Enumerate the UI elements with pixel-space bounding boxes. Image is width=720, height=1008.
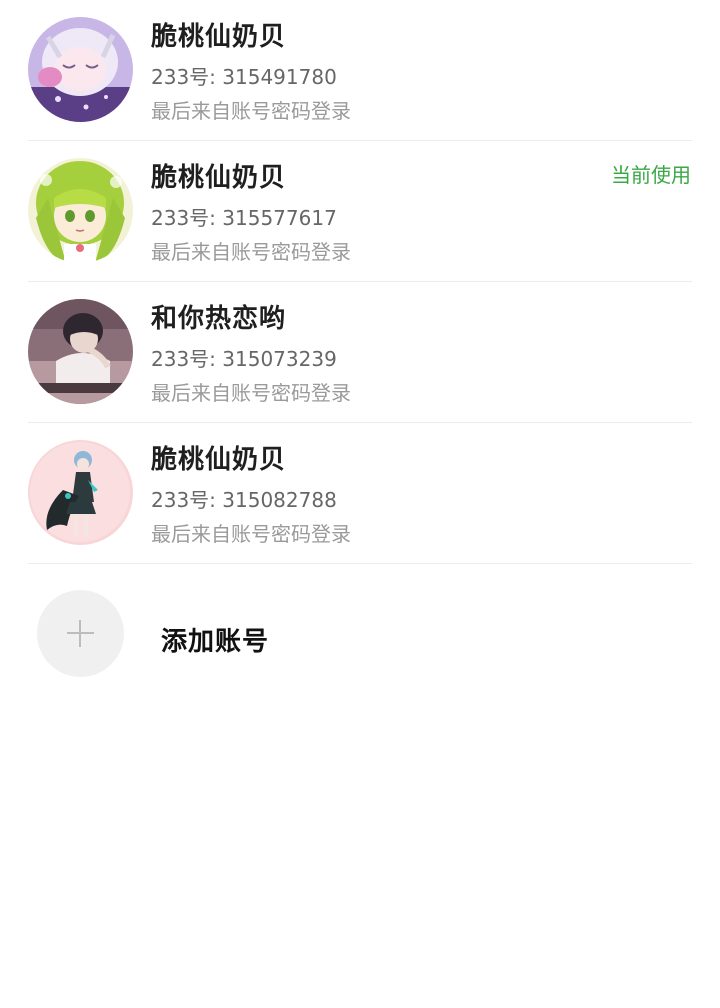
current-account-badge: 当前使用 — [611, 163, 691, 187]
avatar — [28, 158, 133, 263]
account-row[interactable]: 脆桃仙奶贝 233号: 315082788 最后来自账号密码登录 — [0, 423, 720, 564]
account-id: 233号: 315491780 — [151, 65, 337, 89]
account-list: 脆桃仙奶贝 233号: 315491780 最后来自账号密码登录 脆桃仙奶贝 2… — [0, 0, 720, 564]
avatar — [28, 17, 133, 122]
add-account-label: 添加账号 — [161, 627, 270, 657]
avatar — [28, 440, 133, 545]
login-method-note: 最后来自账号密码登录 — [151, 99, 351, 123]
add-account-row[interactable]: 添加账号 — [0, 564, 720, 694]
nickname: 脆桃仙奶贝 — [151, 22, 287, 52]
nickname: 和你热恋哟 — [151, 304, 287, 334]
add-account-button[interactable] — [37, 590, 124, 677]
account-id: 233号: 315577617 — [151, 206, 337, 230]
nickname: 脆桃仙奶贝 — [151, 163, 287, 193]
nickname: 脆桃仙奶贝 — [151, 445, 287, 475]
login-method-note: 最后来自账号密码登录 — [151, 240, 351, 264]
account-row[interactable]: 和你热恋哟 233号: 315073239 最后来自账号密码登录 — [0, 282, 720, 423]
login-method-note: 最后来自账号密码登录 — [151, 522, 351, 546]
account-row[interactable]: 脆桃仙奶贝 233号: 315491780 最后来自账号密码登录 — [0, 0, 720, 141]
account-row[interactable]: 脆桃仙奶贝 233号: 315577617 最后来自账号密码登录 当前使用 — [0, 141, 720, 282]
account-id: 233号: 315082788 — [151, 488, 337, 512]
login-method-note: 最后来自账号密码登录 — [151, 381, 351, 405]
avatar — [28, 299, 133, 404]
account-id: 233号: 315073239 — [151, 347, 337, 371]
